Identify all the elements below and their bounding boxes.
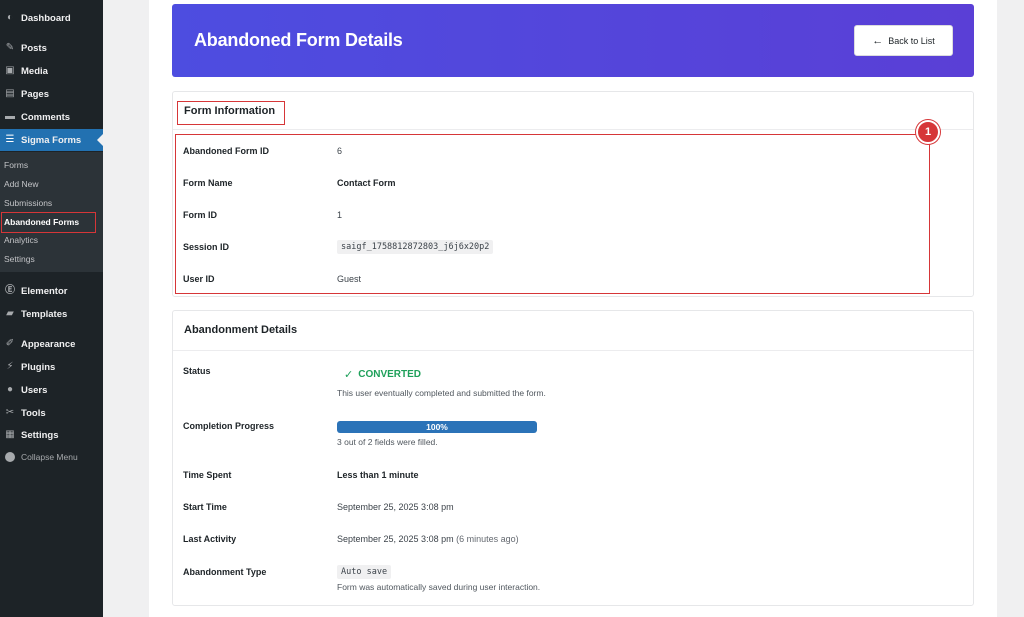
row-value-form-name: Contact Form [337,178,396,188]
sidebar-item-settings[interactable]: ▦ Settings [0,424,103,446]
sidebar-item-label: Media [21,65,48,77]
time-spent-value: Less than 1 minute [337,470,419,480]
sidebar-item-comments[interactable]: ▬ Comments [0,106,103,128]
page-header-banner: Abandoned Form Details ← Back to List [172,4,974,77]
highlight-box-abandoned-forms [1,212,96,233]
plug-icon: ⚡ [6,361,14,372]
sidebar-item-label: Plugins [21,361,56,373]
completion-progress-label: Completion Progress [183,421,275,431]
time-spent-label: Time Spent [183,470,232,480]
step-badge: 1 [916,120,940,144]
sidebar-item-label: Settings [21,429,59,441]
submenu-item-settings[interactable]: Settings [4,254,35,264]
back-to-list-label: Back to List [888,35,935,46]
folder-icon: ▰ [6,308,14,319]
active-indicator [97,134,103,146]
status-note: This user eventually completed and submi… [337,388,546,398]
arrow-left-icon: ← [872,34,884,47]
elementor-icon: Ⓔ [5,285,15,296]
highlight-box-form-details [175,134,930,294]
sidebar-item-label: Elementor [21,285,68,297]
row-value-user-id: Guest [337,274,362,284]
submenu-item-submissions[interactable]: Submissions [4,198,52,208]
sidebar-item-media[interactable]: ▣ Media [0,60,103,82]
sidebar-item-label: Dashboard [21,12,71,24]
sidebar-item-label: Templates [21,308,68,320]
completion-progress-bar: 100% [337,421,537,433]
last-activity-value: September 25, 2025 3:08 pm (6 minutes ag… [337,534,519,544]
sidebar-item-tools[interactable]: ✂ Tools [0,402,103,424]
wrench-icon: ✂ [5,407,15,418]
abandonment-details-card: Abandonment Details [172,310,974,606]
sidebar-item-users[interactable]: ● Users [0,379,103,401]
sidebar-item-label: Users [21,384,48,396]
sidebar-item-label: Comments [21,111,71,123]
row-label-form-id: Form ID [183,210,218,220]
sidebar-item-label: Pages [21,88,49,100]
dashboard-icon: ◐ [6,12,14,23]
media-icon: ▣ [5,65,15,76]
start-time-label: Start Time [183,502,227,512]
last-activity-ago: (6 minutes ago) [456,534,519,544]
abandonment-type-value: Auto save [337,565,392,579]
sidebar-item-posts[interactable]: ✎ Posts [0,37,103,59]
back-to-list-button[interactable]: ← Back to List [854,25,953,56]
brush-icon: ✐ [5,338,15,349]
comment-icon: ▬ [5,111,15,122]
settings-icon: ▦ [5,429,15,440]
abandonment-type-label: Abandonment Type [183,567,267,577]
collapse-icon [5,452,15,462]
card-divider [173,129,973,130]
row-value-form-id: 1 [337,210,343,220]
sidebar-item-label: Tools [21,407,46,419]
abandonment-details-title: Abandonment Details [184,324,298,336]
start-time-value: September 25, 2025 3:08 pm [337,502,454,512]
row-value-abandoned-form-id: 6 [337,146,343,156]
submenu-item-analytics[interactable]: Analytics [4,235,38,245]
sidebar-item-templates[interactable]: ▰ Templates [0,303,103,325]
status-badge: ✓ CONVERTED [344,368,421,381]
row-label-form-name: Form Name [183,178,233,188]
progress-fill: 100% [337,421,537,433]
sidebar-item-pages[interactable]: ▤ Pages [0,83,103,105]
sidebar-item-label: Sigma Forms [21,134,82,146]
admin-sidebar: ◐ Dashboard ✎ Posts ▣ Media ▤ Pages ▬ Co… [0,0,103,617]
sidebar-item-dashboard[interactable]: ◐ Dashboard [0,7,103,29]
progress-text: 100% [426,422,448,432]
pin-icon: ✎ [5,42,15,53]
checkmark-icon: ✓ [344,369,354,381]
row-label-session-id: Session ID [183,242,230,252]
collapse-menu-button[interactable]: Collapse Menu [0,449,78,465]
card-divider [173,350,973,351]
submenu-item-add-new[interactable]: Add New [4,179,39,189]
user-icon: ● [6,384,14,395]
last-activity-label: Last Activity [183,534,237,544]
page-icon: ▤ [5,88,15,99]
status-label: Status [183,366,211,376]
sidebar-item-label: Posts [21,42,47,54]
abandonment-type-note: Form was automatically saved during user… [337,582,541,592]
last-activity-date: September 25, 2025 3:08 pm [337,534,454,544]
collapse-label: Collapse Menu [21,452,78,462]
highlight-box-form-information [177,101,285,125]
sidebar-item-appearance[interactable]: ✐ Appearance [0,333,103,355]
sidebar-item-plugins[interactable]: ⚡ Plugins [0,356,103,378]
sidebar-item-label: Appearance [21,338,76,350]
sidebar-item-sigma-forms[interactable]: ☰ Sigma Forms [0,129,103,151]
row-label-abandoned-form-id: Abandoned Form ID [183,146,269,156]
status-value: CONVERTED [358,369,422,380]
form-icon: ☰ [5,134,15,145]
progress-note: 3 out of 2 fields were filled. [337,437,438,447]
row-value-session-id: saigf_1758812872803_j6j6x20p2 [337,240,494,254]
page-title: Abandoned Form Details [194,30,403,50]
sidebar-item-elementor[interactable]: Ⓔ Elementor [0,280,103,302]
submenu-item-forms[interactable]: Forms [4,160,28,170]
row-label-user-id: User ID [183,274,215,284]
